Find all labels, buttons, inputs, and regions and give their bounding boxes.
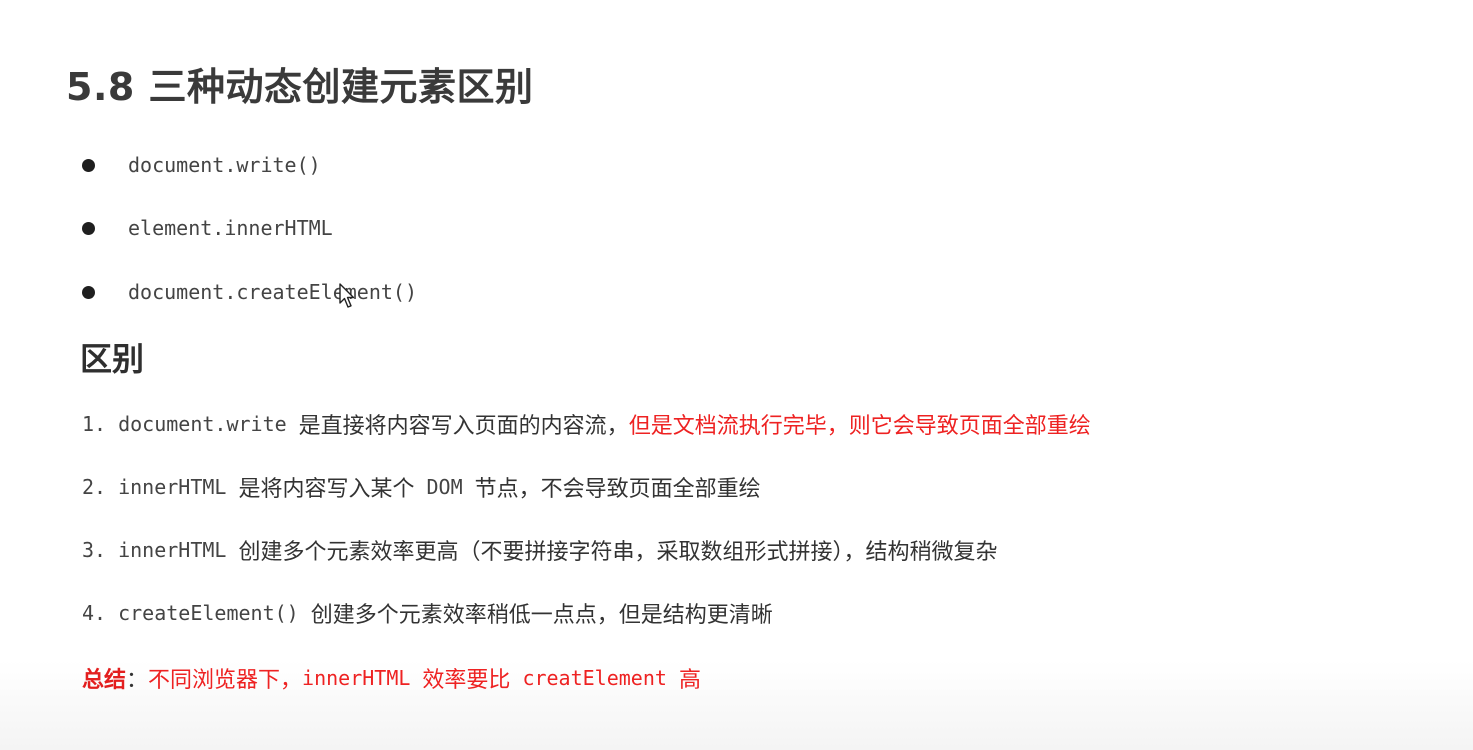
difference-point-4: 4. createElement() 创建多个元素效率稍低一点点，但是结构更清晰 (82, 596, 773, 630)
method-list-item: document.write() (82, 150, 321, 180)
bullet-dot-icon (82, 158, 95, 172)
point-text: 是将内容写入某个 (238, 477, 415, 502)
summary-text: 效率要比 (422, 668, 511, 693)
point-number: 2. (82, 475, 107, 499)
point-code: document.write (118, 412, 287, 436)
point-text: 是直接将内容写入页面的内容流， (298, 414, 629, 439)
point-number: 3. (82, 538, 107, 562)
summary-text: 高 (678, 668, 701, 693)
method-name: document.createElement() (128, 280, 417, 304)
point-warning-text: 但是文档流执行完毕，则它会导致页面全部重绘 (628, 414, 1091, 439)
summary-line: 总结 ： 不同浏览器下， innerHTML 效率要比 creatElement… (82, 661, 701, 695)
summary-code: innerHTML (302, 666, 411, 690)
point-code: DOM (426, 475, 463, 499)
summary-colon: ： (126, 668, 149, 693)
point-text: 创建多个元素效率更高（不要拼接字符串，采取数组形式拼接），结构稍微复杂 (238, 540, 998, 565)
summary-code: creatElement (522, 666, 667, 690)
point-number: 1. (82, 412, 107, 436)
summary-text: 不同浏览器下， (148, 668, 303, 693)
page-title: 5.8 三种动态创建元素区别 (66, 65, 534, 109)
method-list-item: element.innerHTML (82, 213, 333, 243)
difference-point-1: 1. document.write 是直接将内容写入页面的内容流， 但是文档流执… (82, 407, 1091, 441)
summary-label: 总结 (82, 668, 127, 693)
mouse-pointer-icon (339, 283, 355, 308)
bullet-dot-icon (82, 285, 95, 299)
point-number: 4. (82, 601, 107, 625)
difference-point-3: 3. innerHTML 创建多个元素效率更高（不要拼接字符串，采取数组形式拼接… (82, 533, 997, 567)
point-code: createElement() (118, 601, 299, 625)
difference-point-2: 2. innerHTML 是将内容写入某个 DOM 节点，不会导致页面全部重绘 (82, 470, 761, 504)
bullet-dot-icon (82, 221, 95, 235)
point-text: 创建多个元素效率稍低一点点，但是结构更清晰 (310, 603, 773, 628)
method-list-item: document.createElement() (82, 277, 417, 307)
slide: 5.8 三种动态创建元素区别 document.write() element.… (0, 0, 1473, 750)
difference-heading: 区别 (80, 340, 145, 378)
point-text: 节点，不会导致页面全部重绘 (474, 477, 761, 502)
method-name: element.innerHTML (128, 216, 333, 240)
method-name: document.write() (128, 153, 321, 177)
point-code: innerHTML (118, 475, 227, 499)
point-code: innerHTML (118, 538, 227, 562)
